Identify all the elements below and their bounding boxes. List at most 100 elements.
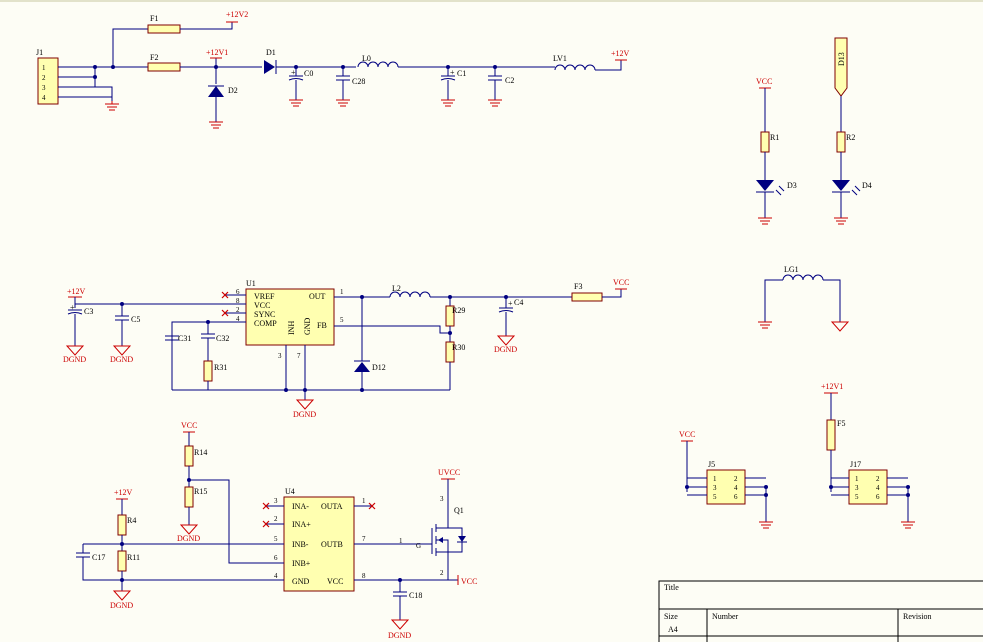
q1-gate-label: G [416, 542, 421, 550]
d3-ref: D3 [787, 181, 797, 190]
u1-pin-gnd: GND [303, 317, 312, 335]
f3-fuse [571, 292, 603, 302]
net-dgnd-u1: DGND [293, 410, 316, 419]
u1-pinnum-5: 5 [340, 316, 344, 324]
u1-pin-out: OUT [309, 292, 326, 301]
title-block-revision: Revision [903, 612, 931, 621]
title-block: Title Size A4 Number Revision [658, 580, 983, 642]
j5-pin5: 5 [713, 493, 717, 501]
q1-pinnum-1: 1 [399, 537, 403, 545]
d12-ref: D12 [372, 363, 386, 372]
net-12v1-label-top: +12V1 [206, 48, 228, 57]
j17-pin1: 1 [855, 475, 859, 483]
net-dgnd-r15: DGND [177, 534, 200, 543]
j5-pin3: 3 [713, 484, 717, 492]
d2-ref: D2 [228, 86, 238, 95]
net-12v-r4: +12V [114, 488, 133, 497]
r29-ref: R29 [452, 306, 465, 315]
u4-section: VCC R14 R15 DGND +12V R4 R11 C17 DGND U4… [76, 421, 477, 640]
title-block-size: Size [664, 612, 678, 621]
led-section: VCC R1 D3 D13 R2 D4 LG1 [756, 37, 872, 332]
lg1-ref: LG1 [784, 265, 799, 274]
u4-pin-ina-minus: INA- [292, 502, 309, 511]
c0-ref: C0 [304, 69, 313, 78]
j1-pin3: 3 [42, 84, 46, 92]
u1-ref: U1 [246, 279, 256, 288]
f5-fuse [826, 419, 836, 451]
j17-pin2: 2 [876, 475, 880, 483]
c3-ref: C3 [84, 307, 93, 316]
f2-ref: F2 [150, 53, 158, 62]
r2-ref: R2 [846, 133, 855, 142]
u4-pin-outa: OUTA [321, 502, 343, 511]
u4-pinnum-7: 7 [362, 535, 366, 543]
u1-pinnum-7: 7 [297, 352, 301, 360]
lv1-ref: LV1 [553, 54, 567, 63]
j5-pin6: 6 [734, 493, 738, 501]
header-section: VCC J5 1 2 3 4 5 6 +12V1 F5 J17 1 2 3 4 … [679, 382, 915, 529]
j1-pin4: 4 [42, 94, 46, 102]
u4-pin-inb-plus: INB+ [292, 559, 311, 568]
svg-text:+: + [291, 68, 296, 77]
j1-pin2: 2 [42, 74, 46, 82]
r1-ref: R1 [770, 133, 779, 142]
r2-resistor [836, 131, 846, 153]
net-dgnd-c4: DGND [494, 345, 517, 354]
j17-ref: J17 [850, 460, 861, 469]
r15-resistor [184, 486, 194, 508]
net-12v-label-top: +12V [611, 49, 630, 58]
r15-ref: R15 [194, 487, 207, 496]
u4-pinnum-8: 8 [362, 572, 366, 580]
net-uvcc-label: UVCC [438, 468, 460, 477]
d4-led [832, 180, 850, 191]
r4-ref: R4 [127, 516, 136, 525]
schematic-canvas: J1 1 2 3 4 F1 +12V2 F2 +12V1 D2 D1 + C0 … [0, 0, 983, 642]
c31-ref: C31 [178, 334, 191, 343]
u4-pinnum-3: 3 [274, 497, 278, 505]
net-dgnd-r11: DGND [110, 601, 133, 610]
u1-pinnum-1: 1 [340, 288, 344, 296]
c2-ref: C2 [505, 76, 514, 85]
c17-ref: C17 [92, 553, 105, 562]
c32-ref: C32 [216, 334, 229, 343]
u4-pin-ina-plus: INA+ [292, 520, 311, 529]
l0-ref: L0 [362, 54, 371, 63]
u4-pinnum-1: 1 [362, 497, 366, 505]
j1-pin1: 1 [42, 64, 46, 72]
title-block-number: Number [712, 612, 739, 621]
r11-resistor [117, 550, 127, 572]
c1-ref: C1 [457, 69, 466, 78]
u1-pinnum-3: 3 [278, 352, 282, 360]
u1-pin-fb: FB [317, 321, 327, 330]
u4-pin-outb: OUTB [321, 540, 343, 549]
input-power-section: J1 1 2 3 4 F1 +12V2 F2 +12V1 D2 D1 + C0 … [36, 10, 630, 129]
u4-pin-inb-minus: INB- [292, 540, 309, 549]
lv1-inductor [554, 64, 596, 71]
f1-ref: F1 [150, 14, 158, 23]
net-vcc-q1: VCC [461, 577, 477, 586]
net-vcc-f3: VCC [613, 278, 629, 287]
d12-diode [354, 362, 370, 372]
svg-text:+: + [450, 68, 455, 77]
d3-led [756, 180, 774, 191]
u4-pinnum-6: 6 [274, 554, 278, 562]
net-12v-u1: +12V [67, 287, 86, 296]
net-dgnd-c18: DGND [388, 631, 411, 640]
f3-ref: F3 [574, 282, 582, 291]
lg1-inductor [782, 274, 824, 281]
net-vcc-j5: VCC [679, 430, 695, 439]
r14-ref: R14 [194, 448, 207, 457]
j1-connector-body [37, 57, 59, 105]
j5-pin4: 4 [734, 484, 738, 492]
svg-text:+: + [508, 299, 513, 308]
net-dgnd-c5: DGND [110, 355, 133, 364]
u1-pin-sync: SYNC [254, 310, 275, 319]
j5-pin1: 1 [713, 475, 717, 483]
title-block-title: Title [664, 583, 679, 592]
net-12v2-label: +12V2 [226, 10, 248, 19]
schematic-drawing: J1 1 2 3 4 F1 +12V2 F2 +12V1 D2 D1 + C0 … [0, 0, 983, 642]
j17-pin6: 6 [876, 493, 880, 501]
q1-pinnum-3: 3 [440, 495, 444, 503]
r1-resistor [760, 131, 770, 153]
d4-ref: D4 [862, 181, 872, 190]
